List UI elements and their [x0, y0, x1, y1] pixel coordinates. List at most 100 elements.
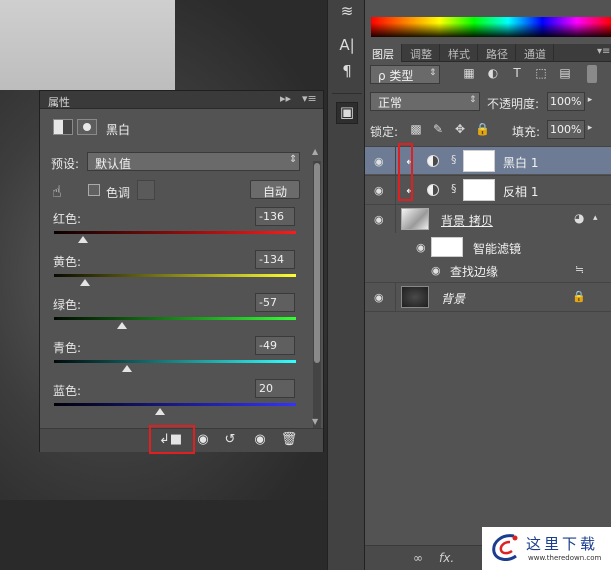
watermark-logo-icon [492, 534, 518, 561]
channel-value-input[interactable]: -57 [255, 293, 295, 312]
adjustment-filter-icon[interactable]: ◐ [485, 66, 501, 82]
layer-name[interactable]: 背景 拷贝 [441, 212, 493, 229]
layer-name[interactable]: 黑白 1 [503, 154, 538, 171]
filter-name[interactable]: 查找边缘 [450, 263, 498, 280]
character-icon[interactable]: A| [336, 36, 358, 58]
layers-list-end [365, 311, 611, 312]
filter-blending-options-icon[interactable]: ≒ [575, 263, 584, 276]
link-layers-icon[interactable]: ∞ [413, 551, 423, 565]
fill-dropdown-icon[interactable]: ▸ [585, 120, 595, 139]
targeted-adjustment-hand-icon[interactable]: ☝ [52, 182, 62, 201]
layer-name[interactable]: 背景 [441, 290, 465, 307]
tab-layers[interactable]: 图层 [365, 44, 402, 62]
lock-label: 锁定: [370, 125, 399, 139]
lock-all-icon[interactable]: 🔒 [475, 122, 490, 136]
panel-menu-icon[interactable]: ▾≡ [302, 92, 317, 105]
eye-column-divider [395, 205, 396, 233]
panel-menu-icon[interactable]: ▾≡ [597, 46, 610, 57]
filter-mask-thumbnail[interactable] [431, 237, 463, 257]
select-arrows-icon: ⇕ [469, 95, 477, 105]
adjustment-name: 黑白 [106, 123, 131, 137]
scroll-down-icon[interactable]: ▼ [312, 417, 318, 426]
adjustment-layer-icon [427, 155, 439, 167]
scroll-up-icon[interactable]: ▲ [312, 147, 318, 156]
layer-row-background[interactable]: ◉ 背景 🔒 [365, 282, 611, 311]
tab-adjustments[interactable]: 调整 [403, 44, 440, 62]
lock-position-icon[interactable]: ✥ [453, 122, 467, 136]
auto-button[interactable]: 自动 [250, 180, 300, 199]
channel-value-input[interactable]: 20 [255, 379, 295, 398]
collapse-panel-icon[interactable]: ▸▸ [280, 92, 291, 105]
trash-icon[interactable]: 🗑 [278, 432, 300, 450]
chain-link-icon[interactable]: § [451, 153, 457, 166]
blend-mode-select[interactable]: 正常 [370, 92, 480, 111]
adjustment-settings-icon[interactable] [53, 119, 73, 135]
lock-transparent-icon[interactable]: ▩ [409, 122, 423, 136]
tint-color-swatch[interactable] [137, 180, 155, 200]
channel-slider-thumb[interactable] [78, 236, 89, 243]
channel-value-input[interactable]: -136 [255, 207, 295, 226]
visibility-eye-icon[interactable]: ◉ [416, 241, 426, 254]
clip-to-layer-icon[interactable]: ↲■ [159, 432, 182, 450]
tint-checkbox[interactable] [88, 184, 100, 196]
layer-row-background-copy[interactable]: ◉ 背景 拷贝 ◕ ▴ [365, 204, 611, 233]
eye-column-divider [395, 176, 396, 204]
filter-toggle[interactable] [587, 65, 597, 83]
color-spectrum[interactable] [371, 17, 611, 37]
smart-object-thumbnail[interactable] [401, 208, 429, 230]
smart-filter-badge-icon[interactable]: ◕ [574, 211, 584, 225]
visibility-eye-icon[interactable]: ◉ [374, 155, 388, 168]
properties-panel-header[interactable]: 属性 ▸▸ ▾≡ [40, 91, 323, 109]
expand-arrow-icon[interactable]: ▴ [593, 213, 598, 223]
layer-row-find-edges[interactable]: ◉ 查找边缘 ≒ [365, 260, 611, 282]
fx-icon[interactable]: fx. [439, 551, 454, 565]
visibility-eye-icon[interactable]: ◉ [431, 264, 441, 277]
smart-object-filter-icon[interactable]: ▤ [557, 66, 573, 82]
visibility-eye-icon[interactable]: ◉ [374, 213, 388, 226]
channel-color-ramp[interactable] [54, 403, 296, 406]
preset-select[interactable]: 默认值 [87, 152, 300, 171]
reset-icon[interactable]: ↺ [219, 432, 241, 450]
scrollbar-thumb[interactable] [314, 163, 320, 363]
lock-icon: 🔒 [572, 290, 586, 303]
pixel-filter-icon[interactable]: ▦ [461, 66, 477, 82]
layers-panel: 图层 调整 样式 路径 通道 ▾≡ ρ 类型 ⇕ ▦ ◐ T ⬚ ▤ 正常 ⇕ … [365, 0, 611, 570]
view-previous-icon[interactable]: ◉ [192, 432, 214, 450]
select-arrows-icon: ⇕ [429, 68, 437, 78]
layer-row-smart-filters[interactable]: ◉ 智能滤镜 [365, 233, 611, 261]
tab-channels[interactable]: 通道 [517, 44, 554, 62]
channel-slider-thumb[interactable] [116, 322, 127, 329]
eye-column-divider [395, 147, 396, 175]
channel-slider-thumb[interactable] [155, 408, 166, 415]
visibility-eye-icon[interactable]: ◉ [374, 184, 388, 197]
chain-link-icon[interactable]: § [451, 182, 457, 195]
channel-color-ramp[interactable] [54, 274, 296, 277]
properties-icon[interactable]: ▣ [336, 102, 358, 124]
background-thumbnail[interactable] [401, 286, 429, 308]
layer-name[interactable]: 反相 1 [503, 183, 538, 200]
channel-color-ramp[interactable] [54, 317, 296, 320]
channel-color-ramp[interactable] [54, 360, 296, 363]
mask-thumbnail[interactable] [463, 179, 495, 201]
mask-thumbnail[interactable] [463, 150, 495, 172]
channel-color-ramp[interactable] [54, 231, 296, 234]
preset-select-value: 默认值 [95, 157, 132, 171]
visibility-icon[interactable]: ◉ [249, 432, 271, 450]
channel-slider-thumb[interactable] [121, 365, 132, 372]
lock-image-icon[interactable]: ✎ [431, 122, 445, 136]
visibility-eye-icon[interactable]: ◉ [374, 291, 388, 304]
paragraph-icon[interactable]: ¶ [336, 62, 358, 84]
tab-styles[interactable]: 样式 [441, 44, 478, 62]
shape-filter-icon[interactable]: ⬚ [533, 66, 549, 82]
layer-mask-icon[interactable] [77, 119, 97, 135]
channel-slider-thumb[interactable] [80, 279, 91, 286]
properties-panel-title: 属性 [48, 96, 70, 109]
opacity-dropdown-icon[interactable]: ▸ [585, 92, 595, 111]
type-filter-icon[interactable]: T [509, 66, 525, 82]
brush-preset-icon[interactable]: ≋ [336, 2, 358, 24]
tab-paths[interactable]: 路径 [479, 44, 516, 62]
opacity-input[interactable]: 100% [547, 92, 585, 111]
channel-value-input[interactable]: -49 [255, 336, 295, 355]
channel-value-input[interactable]: -134 [255, 250, 295, 269]
fill-input[interactable]: 100% [547, 120, 585, 139]
